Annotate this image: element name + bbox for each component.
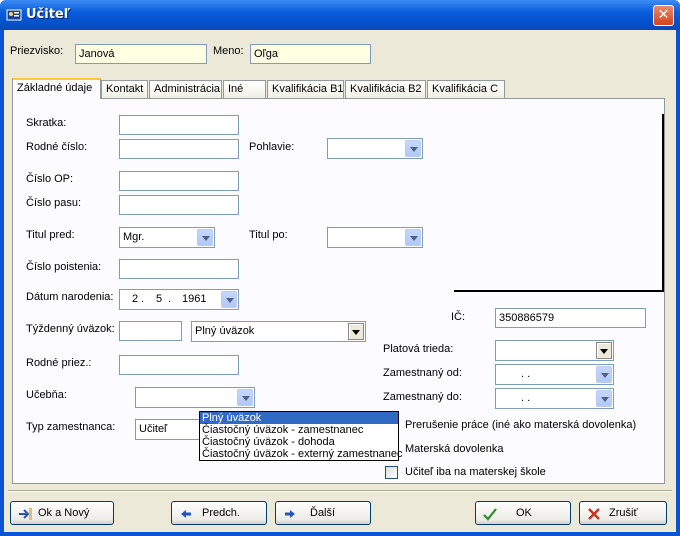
gender-label: Pohlavie: — [249, 141, 295, 153]
chevron-down-icon[interactable] — [596, 366, 612, 383]
chevron-down-icon[interactable] — [237, 389, 253, 406]
tab-other[interactable]: Iné — [223, 80, 266, 98]
employed-from-label: Zamestnaný od: — [383, 367, 462, 379]
dob-year[interactable]: 1961 — [182, 293, 206, 305]
employed-from-picker[interactable]: . . — [495, 364, 614, 385]
previous-button[interactable]: Predch. — [171, 501, 267, 525]
title-bar[interactable]: Učiteľ ✕ — [0, 0, 680, 30]
dob-picker[interactable]: 2 . 5 . 1961 — [119, 289, 239, 310]
arrow-right-icon — [19, 508, 32, 520]
firstname-field[interactable]: Oľga — [250, 44, 371, 64]
tab-qualification-c[interactable]: Kvalifikácia C — [427, 80, 505, 98]
employed-from-value: . . — [521, 368, 531, 380]
gender-select[interactable] — [327, 138, 423, 159]
workload-type-select[interactable]: Plný úväzok — [191, 321, 366, 342]
insurance-field[interactable] — [119, 259, 239, 279]
workload-option-full[interactable]: Plný úväzok — [200, 412, 398, 424]
dob-dot: . — [141, 293, 145, 305]
button-separator — [8, 490, 672, 492]
dob-day[interactable]: 2 — [132, 293, 138, 305]
tab-page-basic: Skratka: Rodné číslo: Pohlavie: Číslo OP… — [12, 98, 665, 484]
previous-label: Predch. — [202, 507, 240, 519]
arrow-right-icon — [285, 510, 295, 518]
ico-field[interactable]: 350886579 — [495, 308, 646, 328]
dialog-body: Priezvisko: Janová Meno: Oľga Základné ú… — [4, 30, 676, 532]
calendar-dropdown-icon[interactable] — [221, 291, 237, 308]
chevron-down-icon[interactable] — [596, 342, 612, 359]
photo-frame[interactable] — [454, 114, 664, 292]
chevron-down-icon[interactable] — [197, 229, 213, 246]
maiden-name-label: Rodné priez.: — [26, 357, 92, 369]
title-before-label: Titul pred: — [26, 229, 75, 241]
workload-option-partial-external[interactable]: Čiastočný úväzok - externý zamestnanec — [200, 448, 403, 460]
maiden-name-field[interactable] — [119, 355, 239, 375]
close-button[interactable]: ✕ — [653, 5, 674, 26]
title-before-value: Mgr. — [123, 231, 145, 243]
employed-to-label: Zamestnaný do: — [383, 391, 462, 403]
insurance-label: Číslo poistenia: — [26, 261, 102, 273]
teacher-app-icon — [6, 9, 22, 21]
workload-label: Týždenný úväzok: — [26, 323, 115, 335]
pay-class-select[interactable] — [495, 340, 614, 361]
classroom-select[interactable] — [135, 387, 255, 408]
title-after-label: Titul po: — [249, 229, 288, 241]
dob-label: Dátum narodenia: — [26, 291, 114, 303]
workload-option-partial-employee[interactable]: Čiastočný úväzok - zamestnanec — [200, 424, 398, 436]
surname-label: Priezvisko: — [10, 45, 64, 57]
interruption-label: Prerušenie práce (iné ako materská dovol… — [405, 419, 637, 431]
workload-type-dropdown: Plný úväzok Čiastočný úväzok - zamestnan… — [199, 411, 403, 461]
ok-new-label: Ok a Nový — [38, 507, 90, 519]
id-card-label: Číslo OP: — [26, 173, 74, 185]
arrow-left-icon — [181, 510, 191, 518]
ok-button[interactable]: OK — [475, 501, 571, 525]
title-before-select[interactable]: Mgr. — [119, 227, 215, 248]
pay-class-label: Platová trieda: — [383, 343, 454, 355]
window-title: Učiteľ — [26, 7, 70, 22]
tab-contact[interactable]: Kontakt — [101, 80, 148, 98]
ico-label: IČ: — [451, 311, 466, 323]
chevron-down-icon[interactable] — [596, 390, 612, 407]
passport-label: Číslo pasu: — [26, 197, 82, 209]
birth-number-label: Rodné číslo: — [26, 141, 88, 153]
kindergarten-label: Učiteľ iba na materskej škole — [405, 466, 546, 478]
dob-dot: . — [168, 293, 172, 305]
kindergarten-checkbox[interactable] — [385, 466, 398, 479]
birth-number-field[interactable] — [119, 139, 239, 159]
title-after-select[interactable] — [327, 227, 423, 248]
chevron-down-icon[interactable] — [405, 140, 421, 157]
dialog-window: Učiteľ ✕ Priezvisko: Janová Meno: Oľga Z… — [0, 0, 680, 536]
ok-label: OK — [516, 507, 532, 519]
surname-field[interactable]: Janová — [75, 44, 207, 64]
employed-to-picker[interactable]: . . — [495, 388, 614, 409]
employee-type-value: Učiteľ — [139, 423, 168, 435]
abbrev-field[interactable] — [119, 115, 239, 135]
id-card-field[interactable] — [119, 171, 239, 191]
dob-month[interactable]: 5 — [156, 293, 162, 305]
employed-to-value: . . — [521, 392, 531, 404]
chevron-down-icon[interactable] — [405, 229, 421, 246]
tab-basic[interactable]: Základné údaje — [12, 78, 101, 99]
close-icon: ✕ — [657, 7, 670, 23]
checkmark-icon — [483, 508, 497, 521]
maternity-label: Materská dovolenka — [405, 443, 504, 455]
workload-field[interactable] — [119, 321, 182, 341]
cancel-button[interactable]: Zrušiť — [579, 501, 667, 525]
passport-field[interactable] — [119, 195, 239, 215]
workload-option-partial-agreement[interactable]: Čiastočný úväzok - dohoda — [200, 436, 398, 448]
next-label: Ďalší — [310, 507, 336, 519]
abbrev-label: Skratka: — [26, 117, 67, 129]
tab-qualification-b2[interactable]: Kvalifikácia B2 — [345, 80, 426, 98]
tab-administration[interactable]: Administrácia — [149, 80, 222, 98]
ok-new-button[interactable]: Ok a Nový — [10, 501, 114, 525]
workload-type-value: Plný úväzok — [195, 325, 255, 337]
firstname-label: Meno: — [213, 45, 244, 57]
cancel-x-icon — [588, 508, 600, 520]
chevron-down-icon[interactable] — [348, 323, 364, 340]
cancel-label: Zrušiť — [609, 507, 638, 519]
classroom-label: Učebňa: — [26, 389, 67, 401]
employee-type-label: Typ zamestnanca: — [26, 421, 116, 433]
next-button[interactable]: Ďalší — [275, 501, 371, 525]
tab-qualification-b1[interactable]: Kvalifikácia B1 — [267, 80, 344, 98]
